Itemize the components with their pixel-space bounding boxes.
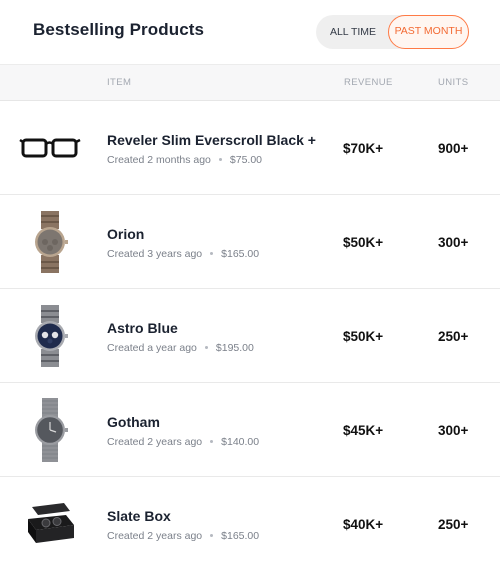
- table-header: ITEM REVENUE UNITS: [0, 64, 500, 101]
- units-value: 300+: [438, 235, 469, 250]
- product-meta: Created 3 years ago $165.00: [107, 248, 259, 260]
- separator-dot: [204, 345, 208, 349]
- watch-box-icon: [28, 503, 74, 543]
- watch-icon: [35, 305, 68, 367]
- separator-dot: [210, 533, 214, 537]
- revenue-value: $45K+: [343, 423, 384, 438]
- watch-icon: [35, 398, 68, 462]
- product-image: [18, 115, 82, 181]
- product-name[interactable]: Gotham: [107, 414, 160, 430]
- table-row[interactable]: Slate Box Created 2 years ago $165.00 $40…: [0, 477, 500, 568]
- page-title: Bestselling Products: [33, 20, 205, 39]
- created-date: Created 2 years ago: [107, 436, 203, 448]
- revenue-value: $50K+: [343, 235, 384, 250]
- product-name[interactable]: Orion: [107, 226, 144, 242]
- created-date: Created 2 months ago: [107, 154, 211, 166]
- table-row[interactable]: Astro Blue Created a year ago $195.00 $50…: [0, 289, 500, 383]
- all-time-option[interactable]: ALL TIME: [318, 15, 388, 49]
- column-header-units[interactable]: UNITS: [438, 77, 469, 88]
- units-value: 250+: [438, 329, 469, 344]
- units-value: 300+: [438, 423, 469, 438]
- card-header: Bestselling Products ALL TIME PAST MONTH: [0, 0, 500, 64]
- time-range-toggle: ALL TIME PAST MONTH: [316, 15, 469, 49]
- product-image: [18, 491, 82, 557]
- product-price: $195.00: [215, 342, 254, 354]
- product-price: $140.00: [221, 436, 260, 448]
- product-price: $165.00: [221, 530, 260, 542]
- table-row[interactable]: Gotham Created 2 years ago $140.00 $45K+ …: [0, 383, 500, 477]
- column-header-item[interactable]: ITEM: [107, 77, 131, 88]
- units-value: 900+: [438, 141, 469, 156]
- units-value: 250+: [438, 517, 469, 532]
- separator-dot: [210, 439, 214, 443]
- created-date: Created 2 years ago: [107, 530, 203, 542]
- watch-icon: [35, 211, 68, 273]
- product-image: [18, 397, 82, 463]
- product-meta: Created a year ago $195.00: [107, 342, 254, 354]
- separator-dot: [210, 251, 214, 255]
- product-price: $165.00: [221, 248, 260, 260]
- past-month-option[interactable]: PAST MONTH: [388, 15, 469, 49]
- table-row[interactable]: Reveler Slim Everscroll Black + Created …: [0, 101, 500, 195]
- revenue-value: $40K+: [343, 517, 384, 532]
- product-name[interactable]: Reveler Slim Everscroll Black +: [107, 132, 316, 148]
- revenue-value: $70K+: [343, 141, 384, 156]
- created-date: Created a year ago: [107, 342, 197, 354]
- separator-dot: [218, 157, 222, 161]
- product-meta: Created 2 years ago $165.00: [107, 530, 259, 542]
- created-date: Created 3 years ago: [107, 248, 203, 260]
- product-meta: Created 2 years ago $140.00: [107, 436, 259, 448]
- glasses-icon: [19, 138, 81, 158]
- product-name[interactable]: Slate Box: [107, 508, 171, 524]
- revenue-value: $50K+: [343, 329, 384, 344]
- product-meta: Created 2 months ago $75.00: [107, 154, 262, 166]
- product-price: $75.00: [229, 154, 263, 166]
- column-header-revenue[interactable]: REVENUE: [344, 77, 393, 88]
- product-image: [18, 209, 82, 275]
- product-name[interactable]: Astro Blue: [107, 320, 178, 336]
- product-image: [18, 303, 82, 369]
- table-row[interactable]: Orion Created 3 years ago $165.00 $50K+ 3…: [0, 195, 500, 289]
